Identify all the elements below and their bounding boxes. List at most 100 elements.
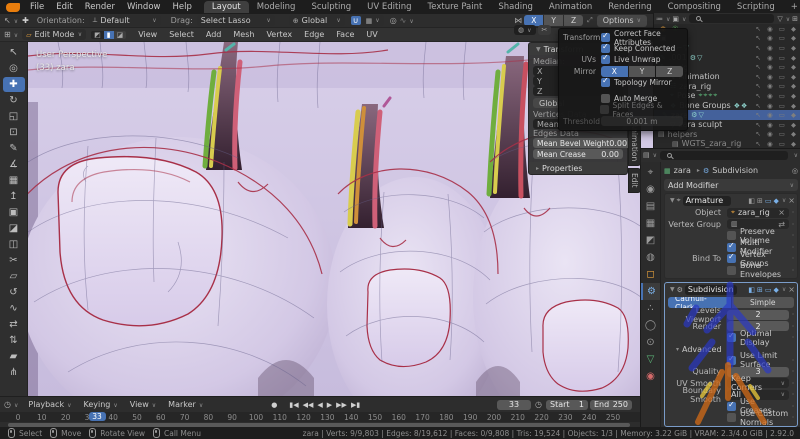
add-modifier-button[interactable]: Add Modifier∨ (664, 179, 798, 191)
modifier-display-toggles[interactable]: ◧⊞▭◆ (746, 197, 779, 205)
tool-button[interactable]: ∿ (3, 301, 25, 316)
tool-button[interactable]: ◎ (3, 61, 25, 76)
properties-tab[interactable]: ◍ (641, 249, 660, 266)
workspace-tab[interactable]: Modeling (249, 1, 304, 13)
auto-merge-checkbox[interactable] (601, 94, 610, 103)
tool-button[interactable]: ◪ (3, 221, 25, 236)
snap-individual-icon[interactable]: ⤢ (587, 16, 593, 25)
popover-mirror-axis[interactable]: Y (629, 66, 656, 77)
tool-button[interactable]: ↻ (3, 93, 25, 108)
play-reverse-button[interactable]: ◀ (315, 401, 324, 409)
tool-button[interactable]: ⇄ (3, 317, 25, 332)
live-unwrap-checkbox[interactable] (601, 55, 610, 64)
correct-face-checkbox[interactable] (601, 33, 610, 42)
viewport-menu-item[interactable]: Face (330, 30, 360, 39)
options-button[interactable]: Options∨ (597, 15, 647, 27)
preserve-volume-checkbox[interactable] (727, 231, 736, 240)
editor-type-icon[interactable]: ◷∨ (4, 400, 18, 409)
workspace-tab[interactable]: Animation (541, 1, 600, 13)
viewport-menu-item[interactable]: Vertex (260, 30, 298, 39)
outliner-row-toggles[interactable]: ↖ ◉ ▭ ◆ (756, 54, 800, 62)
vertex-select-icon[interactable]: ◩ (91, 31, 104, 39)
sidebar-tab[interactable]: Edit (628, 168, 641, 193)
timeline-menu-item[interactable]: View∨ (124, 400, 162, 409)
properties-tab[interactable]: ◻ (641, 266, 660, 283)
bone-envelopes-checkbox[interactable] (727, 266, 736, 275)
timeline-menu-item[interactable]: Playback∨ (22, 400, 77, 409)
topology-mirror-checkbox[interactable] (601, 78, 610, 87)
new-collection-icon[interactable]: ⊞ (792, 15, 798, 23)
edge-select-icon[interactable]: ▮ (104, 31, 114, 39)
outliner-row-toggles[interactable]: ↖ ◉ ▭ ◆ (756, 82, 800, 90)
properties-tab[interactable]: ◉ (641, 181, 660, 198)
split-edges-checkbox[interactable] (600, 105, 609, 114)
outliner-row-toggles[interactable]: ↖ ◉ ▭ ◆ (756, 121, 800, 129)
armature-name-field[interactable]: Armature (683, 196, 731, 206)
menu-item[interactable]: Help (166, 2, 197, 12)
next-keyframe-button[interactable]: ▶▶ (334, 401, 349, 409)
tool-button[interactable]: ◱ (3, 109, 25, 124)
menu-item[interactable]: Render (79, 2, 121, 12)
viewport-menu-item[interactable]: UV (360, 30, 383, 39)
popover-mirror-axis[interactable]: X (601, 66, 628, 77)
edge-data-field[interactable]: Mean Crease0.00 (533, 149, 623, 159)
workspace-tab[interactable]: Sculpting (303, 1, 359, 13)
viewport-menu-item[interactable]: Mesh (227, 30, 260, 39)
properties-tab[interactable]: ◩ (641, 232, 660, 249)
workspace-tab[interactable]: UV Editing (359, 1, 419, 13)
preview-range-icon[interactable]: ◷ (535, 400, 542, 409)
keep-connected-checkbox[interactable] (601, 44, 610, 53)
armature-object-field[interactable]: ⌖zara_rig× (727, 208, 789, 218)
mirror-axis-button[interactable]: Z (564, 15, 583, 26)
timeline-playhead[interactable]: 33 (89, 412, 106, 421)
gizmo-move-icon[interactable]: ✚ (22, 16, 29, 25)
editor-type-icon[interactable]: ⊞∨ (4, 30, 18, 39)
blender-logo[interactable] (6, 3, 20, 12)
options-chevron[interactable]: ∨ (794, 152, 798, 159)
pivot-dropdown[interactable]: ⊕Global∨ (289, 15, 345, 26)
tool-button[interactable]: ⇅ (3, 333, 25, 348)
tool-button[interactable]: ✎ (3, 141, 25, 156)
tool-button[interactable]: ▦ (3, 173, 25, 188)
mode-dropdown[interactable]: ▱Edit Mode∨ (22, 29, 86, 40)
proportional-editing-icon[interactable]: ◎ (390, 16, 397, 25)
shading-dropdown[interactable]: ◍∨ (514, 25, 536, 35)
threshold-field[interactable]: 0.001 m (601, 116, 683, 126)
drag-dropdown[interactable]: Select Lasso∨ (197, 15, 275, 26)
timeline-menu-item[interactable]: Marker∨ (162, 400, 209, 409)
display-mode-icon[interactable]: ≔∨ (656, 15, 670, 23)
multi-modifier-checkbox[interactable] (727, 243, 736, 252)
face-select-icon[interactable]: ◪ (114, 31, 127, 39)
outliner-search[interactable] (689, 14, 774, 23)
collapse-icon[interactable]: ▼ (670, 197, 675, 204)
workspace-tab[interactable]: Texture Paint (420, 1, 491, 13)
properties-tab[interactable]: ◯ (641, 317, 660, 334)
play-button[interactable]: ▶ (325, 401, 334, 409)
outliner-row-toggles[interactable]: ↖ ◉ ▭ ◆ (756, 92, 800, 100)
tool-button[interactable]: ⊡ (3, 125, 25, 140)
workspace-tab[interactable]: Shading (490, 1, 541, 13)
editor-type-icon[interactable]: ▤∨ (643, 151, 657, 159)
tool-button[interactable]: ▰ (3, 349, 25, 364)
outliner-row-toggles[interactable]: ↖ ◉ ▭ ◆ (756, 63, 800, 71)
tool-button[interactable]: ✚ (3, 77, 25, 92)
properties-tab[interactable]: ⌖ (641, 164, 660, 181)
outliner-row-toggles[interactable]: ↖ ◉ ▭ ◆ (756, 102, 800, 110)
tool-button[interactable]: ⋔ (3, 365, 25, 380)
filter-icon[interactable]: ▽∨ (777, 15, 790, 23)
properties-tab[interactable]: ⚙ (641, 283, 660, 300)
workspace-tab[interactable]: Scripting (729, 1, 783, 13)
tool-button[interactable]: ✂ (3, 253, 25, 268)
tool-button[interactable]: ↥ (3, 189, 25, 204)
extras-chevron[interactable]: ∨ (782, 197, 786, 204)
viewport-menu-item[interactable]: Add (200, 30, 228, 39)
active-tool-icon[interactable]: ↖∨ (4, 16, 18, 25)
tool-button[interactable]: ◫ (3, 237, 25, 252)
menu-item[interactable]: File (24, 2, 50, 12)
prev-keyframe-button[interactable]: ◀◀ (301, 401, 316, 409)
outliner-row-toggles[interactable]: ↖ ◉ ▭ ◆ (756, 130, 800, 138)
edge-data-field[interactable]: Mean Bevel Weight0.00 (533, 138, 623, 148)
menu-item[interactable]: Window (121, 2, 167, 12)
close-icon[interactable]: × (788, 196, 795, 205)
orientation-dropdown[interactable]: ⟂Default∨ (89, 15, 161, 26)
